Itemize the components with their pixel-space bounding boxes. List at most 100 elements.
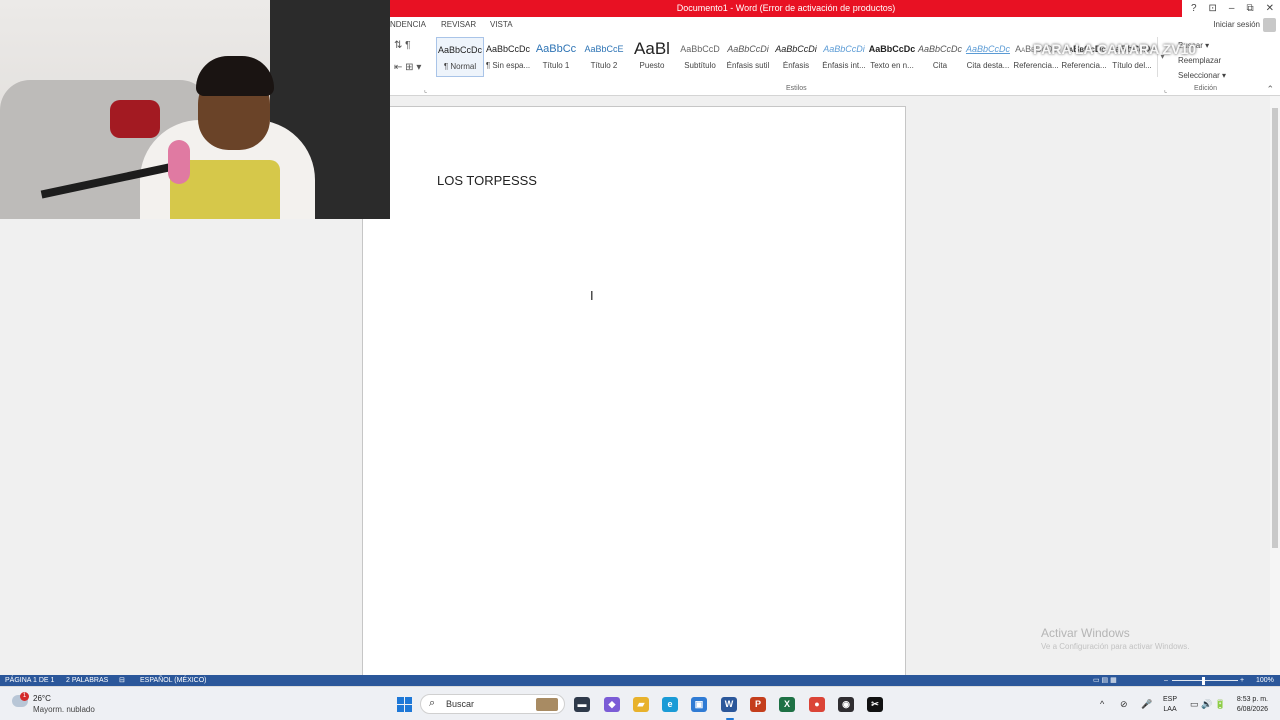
collapse-ribbon-icon[interactable]: ⌃ [1266,84,1274,95]
zoom-in-button[interactable]: + [1240,675,1244,686]
edge-icon[interactable]: e [662,697,678,712]
style-label: Texto en n... [870,61,914,70]
status-bar: PÁGINA 1 DE 1 2 PALABRAS ⊟ ESPAÑOL (MÉXI… [0,675,1280,686]
obs-icon[interactable]: ◉ [838,697,854,712]
style-label: Énfasis sutil [726,61,770,70]
style-sample: AaBl [634,39,670,58]
word-icon[interactable]: W [721,697,737,712]
word-count[interactable]: 2 PALABRAS [66,675,108,686]
taskbar: 1 26°C Mayorm. nublado ⌕ Buscar ▬ ◆ ▰ e ▣ W P X… [0,686,1280,720]
style-label: Énfasis int... [822,61,866,70]
close-button[interactable]: ✕ [1266,3,1274,14]
tab-vista[interactable]: VISTA [490,20,513,29]
weather-description[interactable]: Mayorm. nublado [33,705,95,714]
zoom-slider-thumb[interactable] [1202,677,1205,685]
style-label: Cita [932,61,948,70]
style-label: ¶ Normal [443,62,477,71]
webcam-microphone [168,140,190,184]
style-label: Título del... [1112,61,1152,70]
style-label: Referencia... [1061,61,1107,70]
style-titulo-1[interactable]: AaBbCc Título 1 [532,37,580,77]
restore-button[interactable]: ⧉ [1246,3,1253,14]
style-normal[interactable]: AaBbCcDc ¶ Normal [436,37,484,77]
weather-temperature[interactable]: 26°C [33,694,51,703]
input-language[interactable]: ESP LAA [1163,695,1177,715]
search-label: Buscar [446,699,475,709]
microphone-icon[interactable]: 🎤 [1141,699,1152,710]
style-subtitulo[interactable]: AaBbCcD Subtítulo [676,37,724,77]
style-label: Referencia... [1013,61,1059,70]
proofing-icon[interactable]: ⊟ [119,675,125,686]
zoom-slider[interactable] [1172,680,1238,681]
ribbon: ⇅ ¶ ⇤ ⊞ ▾ AaBbCcDc ¶ Normal AaBbCcDc ¶ S… [390,34,1280,96]
webcam-overlay [0,0,390,219]
network-off-icon[interactable]: ⊘ [1120,699,1128,710]
window-controls: ? ⊡ – ⧉ ✕ [1191,0,1280,17]
activate-windows-watermark: Activar Windows Ve a Configuración para … [1041,626,1190,651]
select-button[interactable]: Seleccionar ▾ [1178,68,1258,83]
excel-icon[interactable]: X [779,697,795,712]
style-sample: AaBbCcDc [485,44,530,54]
style-texto-en-negrita[interactable]: AaBbCcDc Texto en n... [868,37,916,77]
language-indicator[interactable]: ESPAÑOL (MÉXICO) [140,675,207,686]
style-label: Puesto [639,61,665,70]
style-label: Cita desta... [966,61,1010,70]
style-puesto[interactable]: AaBl Puesto [628,37,676,77]
style-sample: AaBbCcDc [965,44,1010,54]
view-mode-icons[interactable]: ▭ ▤ ▦ [1093,675,1117,686]
clock-time: 8:53 p. m. [1236,696,1268,703]
vertical-scrollbar[interactable] [1270,96,1280,675]
system-tray-icons[interactable]: ▭ 🔊 🔋 [1190,699,1226,710]
style-sample: AaBbCcDi [727,44,769,54]
webcam-person-hair [196,56,274,96]
screen: LOS TORPESSS I Activar Windows Ve a Conf… [0,0,1280,720]
keyboard-layout: LAA [1163,706,1177,713]
style-label: Título 2 [590,61,618,70]
chrome-icon[interactable]: ● [809,697,825,712]
search-icon: ⌕ [429,697,436,709]
stream-overlay-text: PARA LA CAMARA ZV10 [1033,41,1197,57]
style-sample: AaBbCcD [680,44,720,54]
ibeam-cursor-icon: I [590,288,594,303]
style-enfasis-intenso[interactable]: AaBbCcDi Énfasis int... [820,37,868,77]
tray-overflow-icon[interactable]: ^ [1100,699,1104,709]
tab-revisar[interactable]: REVISAR [441,20,476,29]
page-count[interactable]: PÁGINA 1 DE 1 [5,675,54,686]
signin-link[interactable]: Iniciar sesión [1213,20,1260,29]
style-label: Título 1 [542,61,570,70]
styles-launcher-icon[interactable]: ⌞ [1164,86,1167,94]
style-cita[interactable]: AaBbCcDc Cita [916,37,964,77]
copilot-icon[interactable]: ◆ [604,697,620,712]
style-sample: AaBbCcDi [823,44,865,54]
help-icon[interactable]: ? [1191,3,1197,14]
style-cita-destacada[interactable]: AaBbCcDc Cita desta... [964,37,1012,77]
paragraph-launcher-icon[interactable]: ⌞ [424,86,427,94]
windows-start-icon[interactable] [397,697,412,712]
system-clock[interactable]: 8:53 p. m. 6/08/2026 [1224,695,1268,715]
zoom-level[interactable]: 100% [1256,675,1274,686]
style-sin-espaciado[interactable]: AaBbCcDc ¶ Sin espa... [484,37,532,77]
store-icon[interactable]: ▣ [691,697,707,712]
folder-icon[interactable]: ▰ [633,697,649,712]
language-code: ESP [1163,696,1178,703]
style-sample: AaBbCcE [584,44,624,54]
style-sample: AaBbCcDc [917,44,962,54]
style-titulo-2[interactable]: AaBbCcE Título 2 [580,37,628,77]
indent-border-icons[interactable]: ⇤ ⊞ ▾ [394,62,421,73]
sort-pilcrow-icons[interactable]: ⇅ ¶ [394,40,411,51]
tab-referencias[interactable]: NDENCIA [390,20,426,29]
style-enfasis-sutil[interactable]: AaBbCcDi Énfasis sutil [724,37,772,77]
minimize-button[interactable]: – [1229,3,1235,14]
style-sample: AaBbCc [535,43,577,55]
powerpoint-icon[interactable]: P [750,697,766,712]
taskbar-search[interactable]: ⌕ Buscar [420,694,565,714]
ribbon-display-icon[interactable]: ⊡ [1209,3,1217,14]
style-enfasis[interactable]: AaBbCcDi Énfasis [772,37,820,77]
document-page[interactable]: LOS TORPESSS [362,106,906,675]
scrollbar-thumb[interactable] [1272,108,1278,548]
capcut-icon[interactable]: ✂ [867,697,883,712]
zoom-out-button[interactable]: – [1164,675,1168,686]
user-avatar-icon[interactable] [1263,18,1276,32]
document-text[interactable]: LOS TORPESSS [437,173,537,188]
file-explorer-dark-icon[interactable]: ▬ [574,697,590,712]
